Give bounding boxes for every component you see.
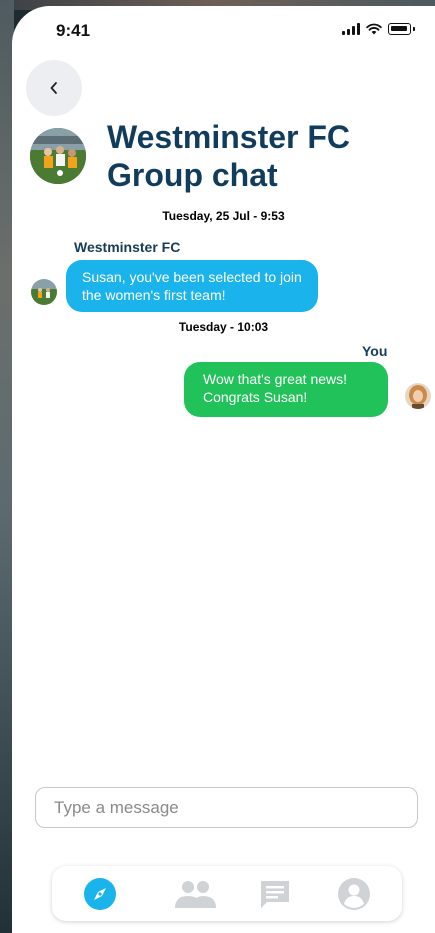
back-button[interactable] bbox=[26, 60, 82, 116]
chat-icon bbox=[261, 881, 289, 908]
message-timestamp: Tuesday, 25 Jul - 9:53 bbox=[162, 209, 285, 223]
tab-explore[interactable] bbox=[82, 876, 118, 912]
bottom-tab-bar bbox=[52, 866, 402, 921]
tab-profile[interactable] bbox=[336, 876, 372, 912]
status-icons bbox=[342, 23, 415, 35]
message-timestamp: Tuesday - 10:03 bbox=[178, 320, 269, 334]
sender-avatar bbox=[31, 279, 57, 305]
compass-icon bbox=[84, 878, 116, 910]
wifi-icon bbox=[366, 23, 382, 35]
status-bar: 9:41 bbox=[12, 6, 435, 56]
people-icon bbox=[175, 881, 216, 908]
battery-icon bbox=[388, 23, 411, 35]
status-time: 9:41 bbox=[56, 21, 91, 40]
sender-name: You bbox=[362, 343, 388, 359]
message-bubble-incoming[interactable]: Susan, you've been selected to join the … bbox=[66, 260, 318, 312]
sender-name: Westminster FC bbox=[74, 239, 181, 255]
tab-messages[interactable] bbox=[257, 876, 293, 912]
message-input[interactable] bbox=[35, 787, 418, 828]
signal-icon bbox=[342, 23, 360, 35]
chevron-left-icon bbox=[50, 82, 57, 94]
group-avatar bbox=[30, 128, 86, 184]
message-bubble-outgoing[interactable]: Wow that's great news! Congrats Susan! bbox=[184, 362, 388, 417]
tab-people[interactable] bbox=[170, 876, 220, 912]
profile-icon bbox=[338, 878, 370, 910]
user-avatar bbox=[405, 383, 431, 409]
chat-title: Westminster FC Group chat bbox=[107, 119, 351, 193]
phone-screen: 9:41 Westminster FC Group chat Tuesday, … bbox=[12, 6, 435, 933]
